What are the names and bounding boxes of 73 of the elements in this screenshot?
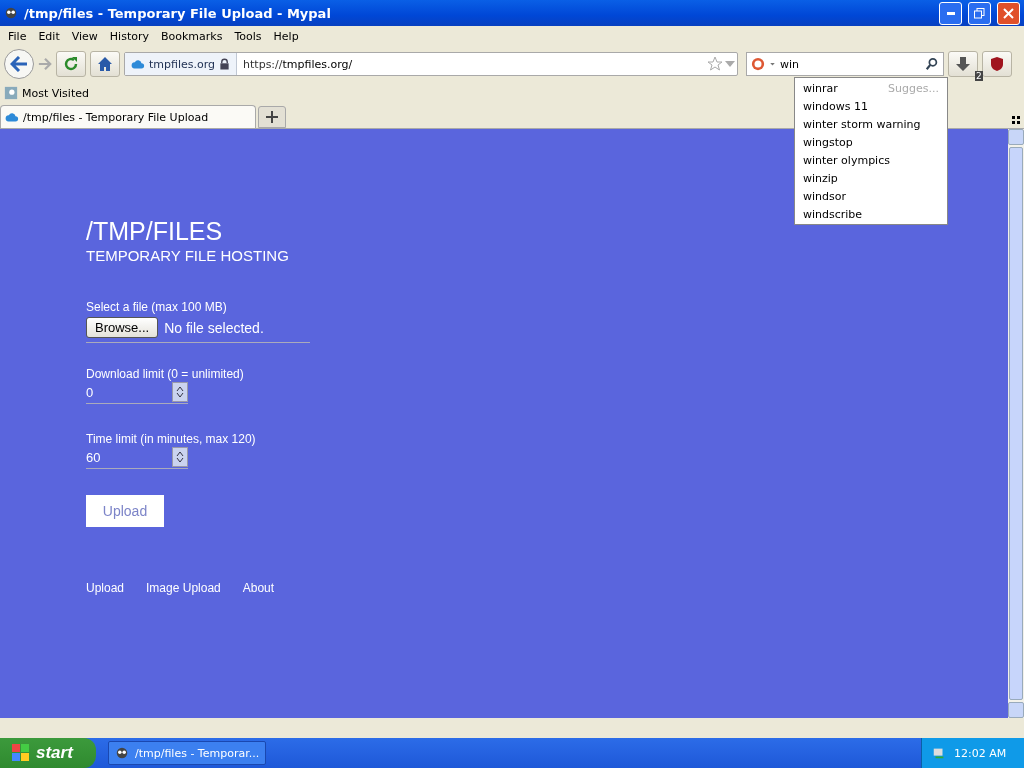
new-tab-button[interactable]	[258, 106, 286, 128]
network-icon	[932, 746, 946, 760]
address-bar[interactable]: tmpfiles.org https://tmpfiles.org/	[124, 52, 738, 76]
minimize-button[interactable]	[939, 1, 962, 25]
menu-item[interactable]: Tools	[228, 29, 268, 43]
suggestion-item[interactable]: winter olympics	[795, 151, 947, 169]
close-icon	[1003, 7, 1014, 19]
search-icon	[925, 57, 939, 71]
windows-logo	[12, 744, 30, 762]
menu-item[interactable]: Edit	[32, 29, 66, 43]
suggestion-item[interactable]: windscribe	[795, 205, 947, 223]
window-title: /tmp/files - Temporary File Upload - Mypal	[24, 5, 332, 21]
bookmark-icon	[4, 86, 18, 100]
suggestion-item[interactable]: winzip	[795, 169, 947, 187]
restore-button[interactable]	[968, 1, 991, 25]
file-status: No file selected.	[164, 319, 264, 336]
tab-title: /tmp/files - Temporary File Upload	[23, 110, 209, 124]
scrollbar[interactable]	[1008, 129, 1024, 718]
caret-icon	[769, 61, 776, 67]
menu-item[interactable]: Help	[267, 29, 305, 43]
plus-icon	[266, 111, 278, 123]
footer-link[interactable]: Upload	[86, 581, 125, 595]
reload-icon	[63, 56, 79, 72]
star-icon[interactable]	[707, 56, 723, 72]
spinner-icon[interactable]	[172, 382, 188, 402]
lock-icon	[219, 58, 231, 70]
restore-icon	[974, 7, 985, 19]
spinner-icon[interactable]	[172, 447, 188, 467]
download-button[interactable]	[948, 51, 978, 77]
site-subtitle: TEMPORARY FILE HOSTING	[86, 247, 290, 264]
grid-icon[interactable]	[1012, 116, 1020, 124]
number-field[interactable]: 0	[86, 381, 188, 404]
url-text: https://tmpfiles.org/	[242, 57, 354, 71]
suggestion-item[interactable]: windows 11	[795, 97, 947, 115]
site-title: /TMP/FILES	[86, 217, 224, 245]
home-button[interactable]	[90, 51, 120, 77]
upload-button[interactable]: Upload	[86, 495, 164, 527]
cloud-icon	[5, 110, 19, 124]
browse-button[interactable]: Browse...	[86, 317, 159, 338]
suggestion-item[interactable]: windsor	[795, 187, 947, 205]
bookmark-item[interactable]: Most Visited	[22, 86, 89, 100]
back-button[interactable]	[4, 49, 34, 79]
suggestions-header: Sugges...	[888, 81, 939, 95]
field-label: Select a file (max 100 MB)	[86, 300, 228, 314]
menu-item[interactable]: History	[103, 29, 155, 43]
taskbar-item[interactable]: /tmp/files - Temporar...	[108, 741, 266, 765]
menu-item[interactable]: File	[2, 29, 33, 43]
suggestion-item[interactable]: winrar Sugges...	[795, 79, 947, 97]
menu-item[interactable]: Bookmarks	[155, 29, 229, 43]
number-field[interactable]: 60	[86, 446, 188, 469]
site-identity: tmpfiles.org	[149, 57, 216, 71]
count-badge: 2	[975, 71, 983, 81]
suggestion-item[interactable]: wingstop	[795, 133, 947, 151]
start-button[interactable]: start	[0, 738, 96, 768]
search-field[interactable]: win	[746, 52, 944, 76]
field-label: Time limit (in minutes, max 120)	[86, 432, 257, 446]
down-arrow-icon	[956, 56, 970, 72]
reload-button[interactable]	[56, 51, 86, 77]
browser-tab[interactable]: /tmp/files - Temporary File Upload	[0, 105, 256, 128]
footer-link[interactable]: Image Upload	[146, 581, 221, 595]
back-arrow-icon	[10, 56, 28, 72]
home-icon	[97, 56, 113, 72]
minimize-icon	[946, 11, 955, 15]
shield-button[interactable]	[982, 51, 1012, 77]
menu-item[interactable]: View	[65, 29, 104, 43]
shield-icon	[989, 56, 1005, 72]
footer-link[interactable]: About	[242, 581, 275, 595]
search-value: win	[780, 57, 801, 71]
field-label: Download limit (0 = unlimited)	[86, 367, 245, 381]
close-button[interactable]	[997, 1, 1020, 25]
cloud-icon	[131, 57, 145, 71]
suggestion-item[interactable]: winter storm warning	[795, 115, 947, 133]
clock: 12:02 AM	[954, 746, 1007, 760]
